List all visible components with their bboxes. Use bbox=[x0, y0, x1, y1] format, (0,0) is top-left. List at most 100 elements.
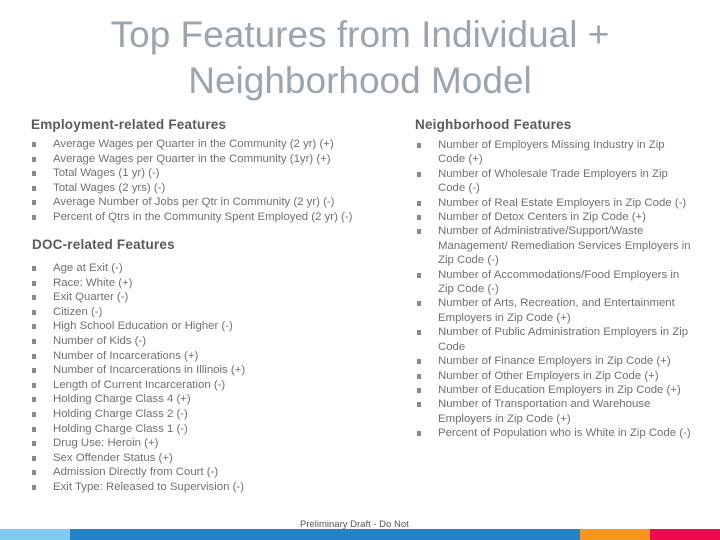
list-item: Number of Employers Missing Industry in … bbox=[417, 138, 692, 167]
list-item-text: Number of Detox Centers in Zip Code (+) bbox=[438, 211, 646, 224]
list-item-text: Holding Charge Class 4 (+) bbox=[53, 393, 191, 406]
list-item-text: Race: White (+) bbox=[53, 276, 133, 289]
square-bullet-icon bbox=[417, 215, 421, 221]
list-item: Number of Administrative/Support/Waste M… bbox=[417, 224, 692, 267]
list-item: Number of Arts, Recreation, and Entertai… bbox=[417, 296, 692, 325]
list-item-text: Citizen (-) bbox=[53, 305, 103, 318]
list-item-text: Number of Incarcerations (+) bbox=[53, 349, 199, 362]
list-item: Average Wages per Quarter in the Communi… bbox=[32, 152, 392, 167]
list-item: Average Number of Jobs per Qtr in Commun… bbox=[32, 195, 392, 210]
list-item-text: Number of Employers Missing Industry in … bbox=[438, 139, 665, 166]
list-item: Number of Accommodations/Food Employers … bbox=[417, 268, 692, 297]
list-item-text: Average Number of Jobs per Qtr in Commun… bbox=[53, 196, 335, 209]
square-bullet-icon bbox=[32, 156, 36, 162]
square-bullet-icon bbox=[417, 431, 421, 437]
list-item: Number of Real Estate Employers in Zip C… bbox=[417, 196, 692, 210]
list-item-text: Number of Arts, Recreation, and Entertai… bbox=[438, 297, 675, 324]
bar-segment-pink bbox=[650, 529, 720, 540]
list-item-text: Percent of Qtrs in the Community Spent E… bbox=[53, 210, 353, 223]
square-bullet-icon bbox=[32, 185, 36, 191]
list-item-text: Number of Administrative/Support/Waste M… bbox=[438, 225, 691, 267]
list-item: Number of Detox Centers in Zip Code (+) bbox=[417, 210, 692, 224]
square-bullet-icon bbox=[417, 373, 421, 379]
list-item: High School Education or Higher (-) bbox=[32, 319, 362, 334]
square-bullet-icon bbox=[417, 330, 421, 336]
list-item: Length of Current Incarceration (-) bbox=[32, 378, 362, 393]
list-item: Race: White (+) bbox=[32, 276, 362, 291]
bar-segment-light-blue bbox=[0, 529, 70, 540]
square-bullet-icon bbox=[32, 484, 36, 490]
neighborhood-heading: Neighborhood Features bbox=[415, 117, 572, 132]
square-bullet-icon bbox=[417, 171, 421, 177]
list-item: Age at Exit (-) bbox=[32, 261, 362, 276]
list-item: Number of Public Administration Employer… bbox=[417, 325, 692, 354]
list-item-text: Number of Finance Employers in Zip Code … bbox=[438, 355, 671, 368]
list-item-text: High School Education or Higher (-) bbox=[53, 320, 233, 333]
square-bullet-icon bbox=[417, 143, 421, 148]
square-bullet-icon bbox=[32, 426, 36, 432]
list-item: Number of Transportation and Warehouse E… bbox=[417, 397, 692, 426]
list-item: Number of Finance Employers in Zip Code … bbox=[417, 354, 692, 368]
list-item-text: Number of Real Estate Employers in Zip C… bbox=[438, 196, 687, 209]
square-bullet-icon bbox=[32, 295, 36, 301]
employment-heading: Employment-related Features bbox=[31, 117, 227, 132]
bar-segment-blue bbox=[70, 529, 580, 540]
doc-feature-list: Age at Exit (-) Race: White (+) Exit Quart… bbox=[32, 261, 362, 495]
square-bullet-icon bbox=[32, 470, 36, 476]
list-item-text: Number of Wholesale Trade Employers in Z… bbox=[438, 167, 668, 195]
list-item: Holding Charge Class 1 (-) bbox=[32, 422, 362, 437]
list-item-text: Admission Directly from Court (-) bbox=[53, 466, 219, 479]
list-item: Percent of Population who is White in Zi… bbox=[417, 426, 692, 440]
square-bullet-icon bbox=[32, 455, 36, 461]
list-item-text: Percent of Population who is White in Zi… bbox=[438, 427, 691, 440]
square-bullet-icon bbox=[32, 214, 36, 220]
list-item-text: Holding Charge Class 1 (-) bbox=[53, 422, 188, 435]
square-bullet-icon bbox=[417, 359, 421, 365]
square-bullet-icon bbox=[32, 411, 36, 417]
list-item-text: Average Wages per Quarter in the Communi… bbox=[53, 138, 334, 150]
employment-feature-list: Average Wages per Quarter in the Communi… bbox=[32, 137, 392, 225]
list-item: Average Wages per Quarter in the Communi… bbox=[32, 137, 392, 152]
list-item: Exit Quarter (-) bbox=[32, 290, 362, 305]
list-item-text: Exit Type: Released to Supervision (-) bbox=[53, 480, 244, 493]
list-item-text: Number of Public Administration Employer… bbox=[438, 326, 689, 353]
list-item-text: Total Wages (2 yrs) (-) bbox=[53, 181, 166, 194]
list-item: Number of Other Employers in Zip Code (+… bbox=[417, 369, 692, 383]
square-bullet-icon bbox=[32, 338, 36, 344]
list-item: Number of Incarcerations in Illinois (+) bbox=[32, 363, 362, 378]
bottom-color-bar bbox=[0, 529, 720, 540]
square-bullet-icon bbox=[417, 272, 421, 278]
slide-title: Top Features from Individual + Neighborh… bbox=[110, 14, 610, 101]
square-bullet-icon bbox=[32, 441, 36, 447]
square-bullet-icon bbox=[32, 397, 36, 403]
list-item: Drug Use: Heroin (+) bbox=[32, 436, 362, 451]
list-item: Total Wages (2 yrs) (-) bbox=[32, 181, 392, 196]
square-bullet-icon bbox=[32, 309, 36, 315]
list-item-text: Drug Use: Heroin (+) bbox=[53, 437, 159, 450]
list-item: Number of Education Employers in Zip Cod… bbox=[417, 383, 692, 397]
list-item-text: Number of Transportation and Warehouse E… bbox=[438, 398, 651, 425]
square-bullet-icon bbox=[417, 229, 421, 235]
square-bullet-icon bbox=[32, 324, 36, 330]
list-item: Citizen (-) bbox=[32, 305, 362, 320]
list-item-text: Holding Charge Class 2 (-) bbox=[53, 407, 188, 420]
list-item: Number of Incarcerations (+) bbox=[32, 349, 362, 364]
list-item-text: Length of Current Incarceration (-) bbox=[53, 378, 226, 391]
square-bullet-icon bbox=[32, 200, 36, 206]
list-item: Total Wages (1 yr) (-) bbox=[32, 166, 392, 181]
list-item-text: Number of Kids (-) bbox=[53, 334, 147, 347]
list-item-text: Number of Education Employers in Zip Cod… bbox=[438, 383, 681, 396]
square-bullet-icon bbox=[32, 171, 36, 177]
list-item-text: Average Wages per Quarter in the Communi… bbox=[53, 152, 331, 165]
list-item: Sex Offender Status (+) bbox=[32, 451, 362, 466]
square-bullet-icon bbox=[417, 200, 421, 206]
list-item-text: Number of Accommodations/Food Employers … bbox=[438, 268, 680, 296]
doc-heading: DOC-related Features bbox=[32, 237, 175, 252]
square-bullet-icon bbox=[417, 387, 421, 393]
list-item: Holding Charge Class 4 (+) bbox=[32, 392, 362, 407]
list-item-text: Number of Incarcerations in Illinois (+) bbox=[53, 364, 246, 377]
square-bullet-icon bbox=[32, 368, 36, 374]
neighborhood-feature-list: Number of Employers Missing Industry in … bbox=[417, 138, 692, 441]
bar-segment-orange bbox=[580, 529, 650, 540]
square-bullet-icon bbox=[32, 353, 36, 359]
